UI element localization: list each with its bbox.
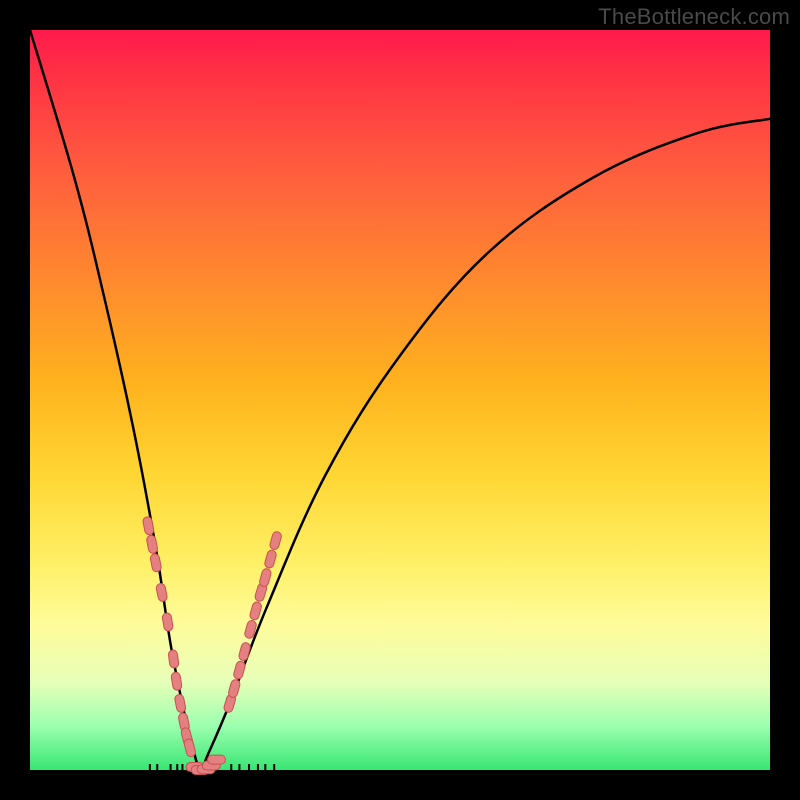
tick-capsule [146, 535, 158, 554]
plot-area [30, 30, 770, 770]
tick-capsule [174, 694, 186, 713]
tick-capsule [156, 583, 168, 602]
tick-capsule [183, 738, 196, 758]
tick-capsule [264, 549, 278, 569]
bottleneck-curve [30, 30, 770, 770]
tick-capsule [233, 660, 247, 680]
tick-capsule [238, 642, 251, 662]
chart-frame: TheBottleneck.com [0, 0, 800, 800]
tick-capsule [269, 531, 283, 551]
tick-capsule [227, 679, 241, 699]
tick-capsule [162, 612, 174, 631]
tick-capsule [142, 516, 154, 535]
tick-capsule [150, 553, 162, 572]
watermark-text: TheBottleneck.com [598, 4, 790, 30]
tick-capsule [168, 649, 179, 668]
tick-capsule [259, 568, 273, 588]
tick-capsule [249, 601, 263, 621]
tick-capsule [171, 672, 183, 691]
tick-markers-right [223, 531, 283, 714]
tick-capsule [207, 755, 225, 764]
curve-layer [30, 30, 770, 770]
